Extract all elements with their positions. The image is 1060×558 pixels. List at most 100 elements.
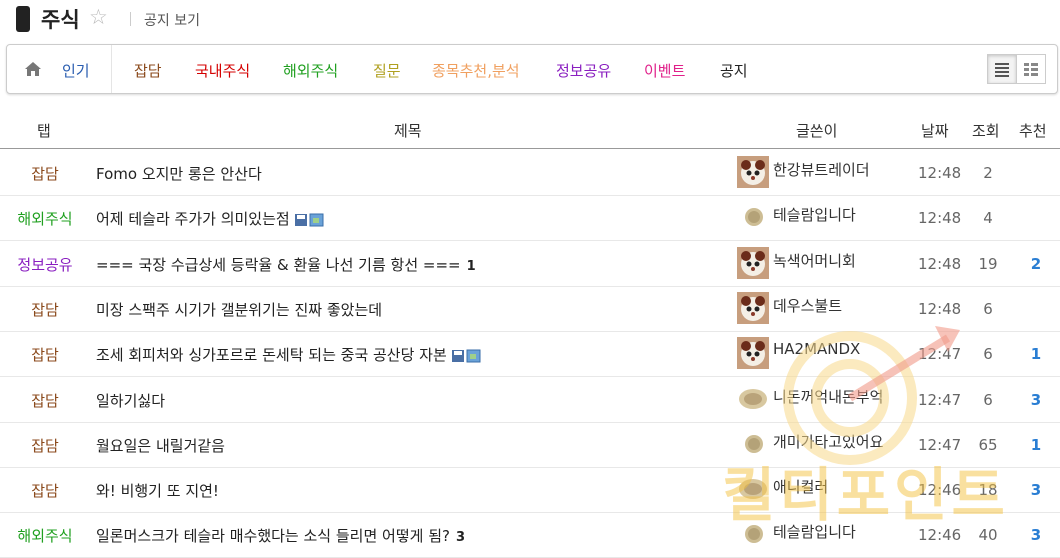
avatar[interactable]: [737, 291, 769, 324]
post-recommend: 3: [1030, 390, 1042, 409]
list-view-icon: [995, 63, 1009, 77]
post-title-text[interactable]: 조세 회피처와 싱가포르로 돈세탁 되는 중국 공산당 자본: [96, 346, 447, 364]
post-category[interactable]: 잡담: [0, 435, 90, 456]
post-author[interactable]: 한강뷰트레이더: [773, 159, 870, 180]
post-views: 65: [978, 435, 998, 454]
attachment-icon: [294, 213, 324, 227]
post-author[interactable]: 테슬람입니다: [773, 204, 856, 225]
grid-view-button[interactable]: [1016, 54, 1046, 84]
tab-notice[interactable]: 공지: [720, 60, 748, 81]
tab-overseas[interactable]: 해외주식: [283, 60, 338, 81]
post-category[interactable]: 해외주식: [0, 525, 90, 546]
post-title-text[interactable]: 월요일은 내릴거같음: [96, 437, 225, 455]
column-recommend: 추천: [1019, 122, 1047, 140]
post-views: 40: [978, 526, 998, 545]
post-author[interactable]: 데우스불트: [773, 295, 842, 316]
avatar[interactable]: [744, 434, 764, 454]
post-category[interactable]: 잡담: [0, 480, 90, 501]
avatar[interactable]: [737, 246, 769, 279]
post-views: 2: [983, 164, 993, 182]
table-row[interactable]: 해외주식 일론머스크가 테슬라 매수했다는 소식 들리면 어떻게 됨? 3 테슬람입니…: [0, 512, 1060, 558]
post-author[interactable]: HA2MANDX: [773, 340, 860, 358]
post-author[interactable]: 니돈꺼억내돈부억: [773, 386, 883, 407]
post-title-text[interactable]: 어제 테슬라 주가가 의미있는점: [96, 210, 290, 228]
post-category[interactable]: 잡담: [0, 390, 90, 411]
post-views: 6: [983, 390, 993, 409]
category-tabs: 인기 잡담 국내주식 해외주식 질문 종목추천,분석 정보공유 이벤트 공지: [6, 44, 1058, 94]
post-category[interactable]: 잡담: [0, 163, 90, 184]
post-title-text[interactable]: 일론머스크가 테슬라 매수했다는 소식 들리면 어떻게 됨?: [96, 527, 450, 545]
tab-domestic[interactable]: 국내주식: [195, 60, 250, 81]
table-row[interactable]: 잡담 월요일은 내릴거같음 개미가타고있어요 12:47 65 1: [0, 422, 1060, 468]
post-title[interactable]: 월요일은 내릴거같음: [96, 435, 225, 456]
list-view-button[interactable]: [987, 54, 1017, 84]
post-author[interactable]: 애니컬러: [773, 476, 828, 497]
avatar[interactable]: [737, 383, 769, 415]
post-title-text[interactable]: === 국장 수급상세 등락율 & 환율 나선 기름 항선 ===: [96, 256, 461, 274]
column-views: 조회: [972, 122, 1000, 140]
post-title-text[interactable]: 와! 비행기 또 지연!: [96, 482, 219, 500]
post-title[interactable]: 미장 스팩주 시기가 갤분위기는 진짜 좋았는데: [96, 299, 382, 320]
post-recommend: 2: [1030, 254, 1042, 273]
post-views: 6: [983, 345, 993, 364]
post-title-text[interactable]: 미장 스팩주 시기가 갤분위기는 진짜 좋았는데: [96, 301, 382, 319]
post-title[interactable]: 일하기싫다: [96, 390, 165, 411]
post-views: 6: [983, 299, 993, 318]
post-title[interactable]: Fomo 오지만 롱은 안산다: [96, 163, 262, 184]
column-tab: 탭: [37, 122, 51, 140]
post-category[interactable]: 잡담: [0, 299, 90, 320]
post-author[interactable]: 개미가타고있어요: [773, 431, 883, 452]
tab-popular[interactable]: 인기: [62, 60, 90, 81]
post-title[interactable]: 일론머스크가 테슬라 매수했다는 소식 들리면 어떻게 됨? 3: [96, 525, 465, 546]
grid-view-icon: [1024, 63, 1038, 76]
notice-link[interactable]: 공지 보기: [144, 10, 200, 30]
post-title[interactable]: === 국장 수급상세 등락율 & 환율 나선 기름 항선 === 1: [96, 254, 476, 275]
post-time: 12:46: [918, 481, 962, 500]
column-title: 제목: [394, 122, 422, 140]
tab-info[interactable]: 정보공유: [556, 60, 611, 81]
avatar[interactable]: [737, 156, 769, 188]
post-time: 12:47: [918, 390, 962, 409]
table-row[interactable]: 잡담 미장 스팩주 시기가 갤분위기는 진짜 좋았는데 데우스불트 12:48 6: [0, 286, 1060, 332]
post-category[interactable]: 정보공유: [0, 254, 90, 275]
post-title[interactable]: 와! 비행기 또 지연!: [96, 480, 219, 501]
tab-chat[interactable]: 잡담: [134, 60, 162, 81]
table-row[interactable]: 잡담 와! 비행기 또 지연! 애니컬러 12:46 18 3: [0, 467, 1060, 514]
avatar[interactable]: [737, 337, 769, 370]
post-title-text[interactable]: Fomo 오지만 롱은 안산다: [96, 165, 262, 183]
post-author[interactable]: 녹색어머니회: [773, 250, 856, 271]
board-marker: [16, 6, 30, 32]
table-row[interactable]: 잡담 일하기싫다 니돈꺼억내돈부억 12:47 6 3: [0, 377, 1060, 423]
table-row[interactable]: 잡담 Fomo 오지만 롱은 안산다 한강뷰트레이더 12:48 2: [0, 150, 1060, 196]
home-icon[interactable]: [23, 59, 43, 79]
post-views: 4: [983, 209, 993, 228]
divider: [111, 45, 112, 93]
post-views: 18: [978, 481, 998, 500]
post-title-text[interactable]: 일하기싫다: [96, 392, 165, 410]
post-category[interactable]: 해외주식: [0, 208, 90, 229]
table-header: 탭 제목 글쓴이 날짜 조회 추천: [0, 112, 1060, 149]
tab-event[interactable]: 이벤트: [644, 60, 685, 81]
column-author: 글쓴이: [796, 122, 838, 140]
post-time: 12:46: [918, 526, 962, 545]
post-title[interactable]: 조세 회피처와 싱가포르로 돈세탁 되는 중국 공산당 자본: [96, 344, 481, 365]
post-time: 12:48: [918, 299, 962, 318]
table-row[interactable]: 해외주식 어제 테슬라 주가가 의미있는점 테슬람입니다 12:48 4: [0, 195, 1060, 242]
avatar[interactable]: [744, 207, 764, 227]
table-row[interactable]: 잡담 조세 회피처와 싱가포르로 돈세탁 되는 중국 공산당 자본 HA2MANDX…: [0, 331, 1060, 378]
post-recommend: 3: [1030, 481, 1042, 500]
star-icon[interactable]: ☆: [89, 5, 108, 29]
tab-recommend[interactable]: 종목추천,분석: [432, 60, 520, 81]
column-date: 날짜: [921, 122, 949, 140]
post-category[interactable]: 잡담: [0, 344, 90, 365]
avatar[interactable]: [744, 524, 764, 544]
table-row[interactable]: 정보공유 === 국장 수급상세 등락율 & 환율 나선 기름 항선 === 1 녹색…: [0, 241, 1060, 287]
comment-count[interactable]: 3: [456, 530, 465, 545]
board-title: 주식: [41, 8, 80, 32]
post-title[interactable]: 어제 테슬라 주가가 의미있는점: [96, 208, 324, 229]
post-author[interactable]: 테슬람입니다: [773, 521, 856, 542]
avatar[interactable]: [737, 473, 769, 505]
divider: [130, 12, 131, 26]
comment-count[interactable]: 1: [467, 259, 476, 274]
tab-question[interactable]: 질문: [373, 60, 401, 81]
